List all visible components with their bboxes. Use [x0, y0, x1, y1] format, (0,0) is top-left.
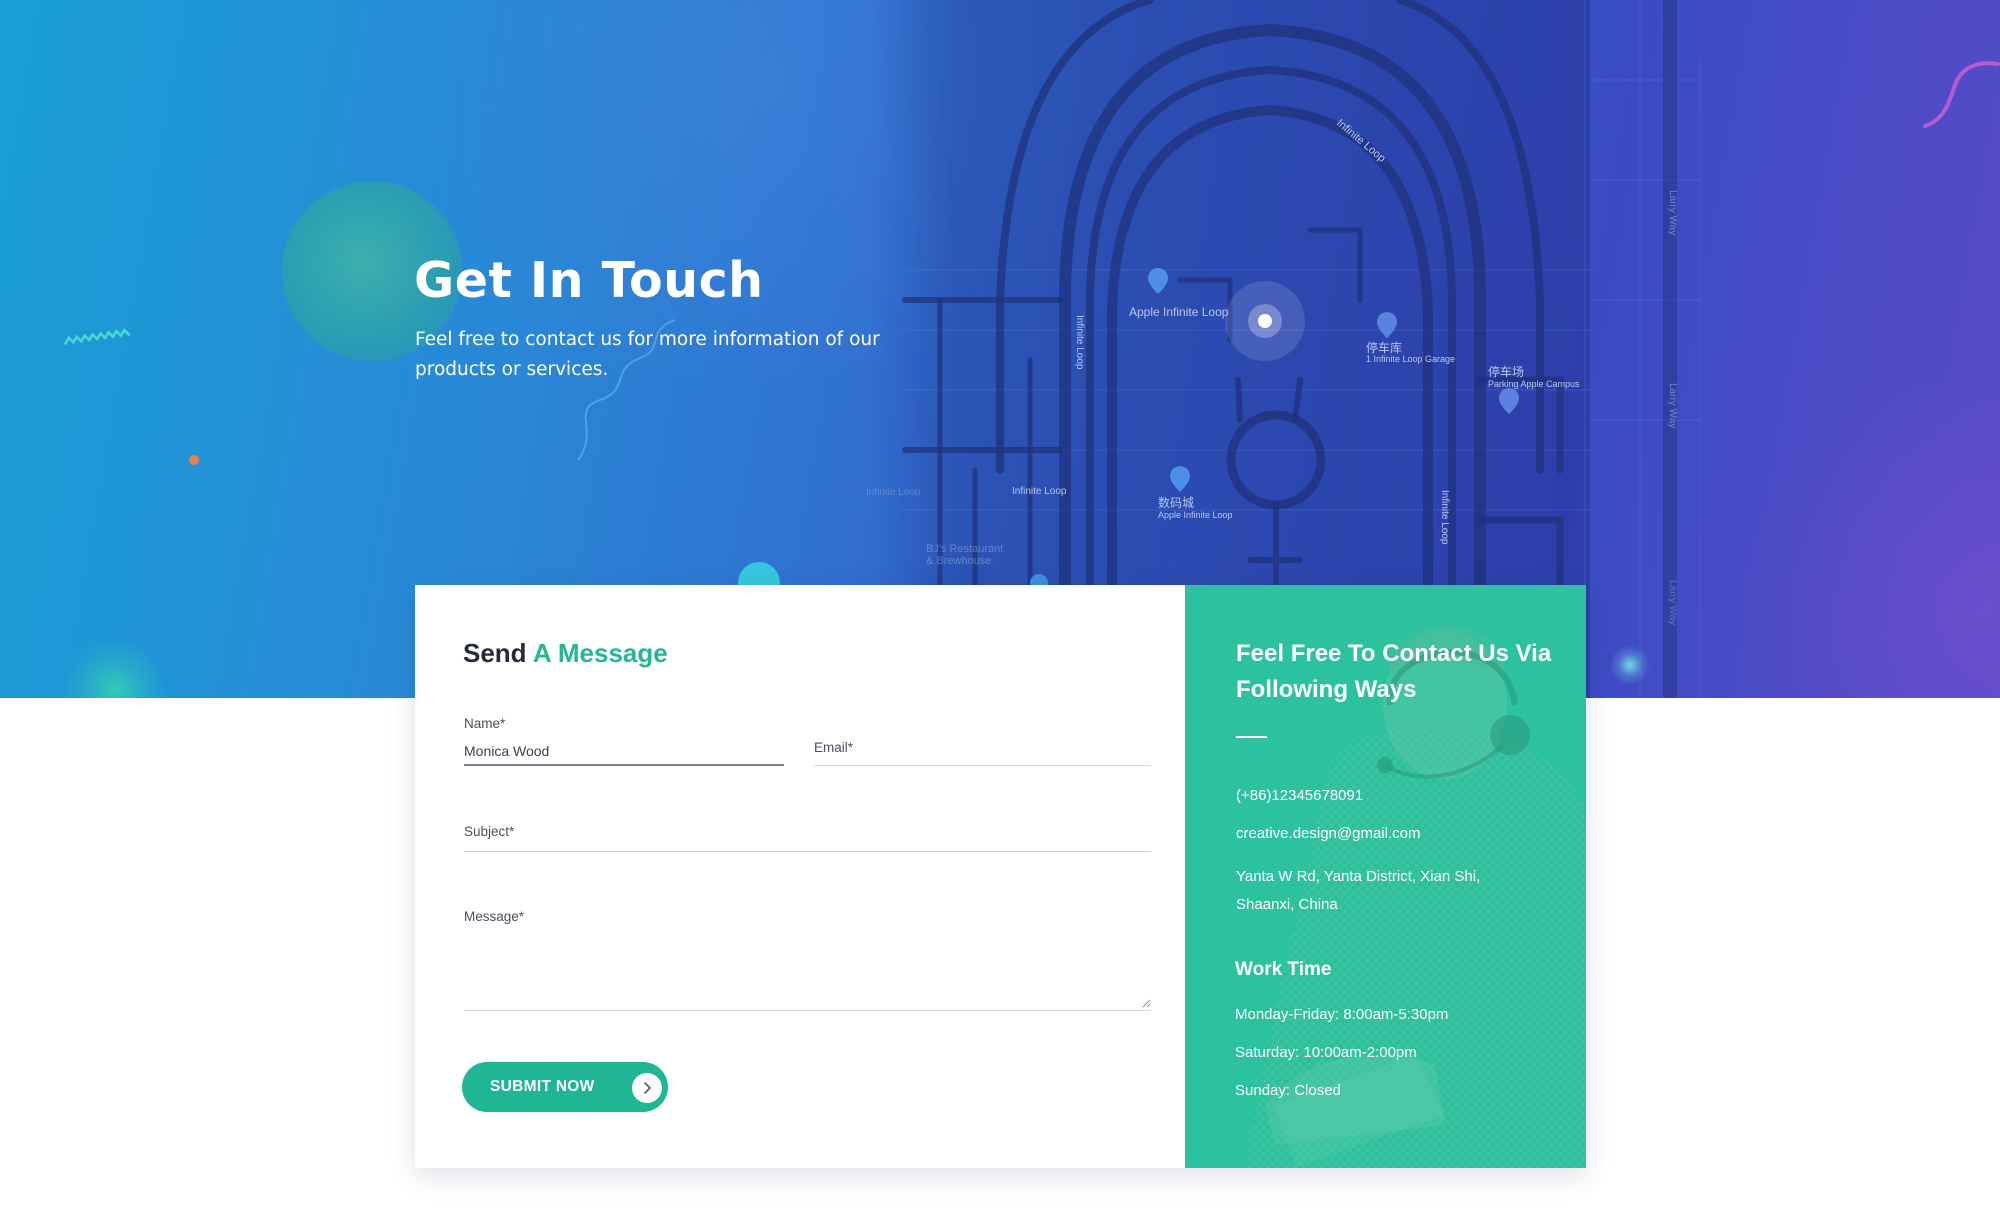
form-title-accent: A Message: [532, 638, 668, 668]
work-hours-item: Monday-Friday: 8:00am-5:30pm: [1235, 1006, 1449, 1023]
map-label: 停车场: [1488, 364, 1524, 379]
decorative-glow: [1610, 645, 1650, 685]
contact-card: Send A Message Name* Monica Wood Email* …: [415, 585, 1586, 1168]
map-label: & Brewhouse: [926, 555, 991, 567]
contact-phone[interactable]: (+86)12345678091: [1236, 787, 1363, 804]
work-hours-item: Sunday: Closed: [1235, 1082, 1341, 1099]
map-label: BJ's Restaurant: [926, 543, 1003, 555]
contact-info-panel: Feel Free To Contact Us Via Following Wa…: [1185, 585, 1586, 1168]
page-subtitle: Feel free to contact us for more informa…: [415, 329, 880, 380]
email-label: Email*: [814, 740, 854, 755]
subject-underline: [464, 851, 1151, 852]
map-label: 停车库: [1366, 340, 1402, 355]
email-underline: [814, 765, 1151, 766]
map-label: Apple Infinite Loop: [1158, 510, 1233, 520]
contact-panel-title: Feel Free To Contact Us Via Following Wa…: [1236, 640, 1552, 703]
contact-address: Yanta W Rd, Yanta District, Xian Shi, Sh…: [1236, 868, 1481, 913]
decorative-dot: [189, 455, 199, 465]
map-label: Larry Way: [1667, 580, 1678, 625]
name-field[interactable]: Name* Monica Wood: [464, 716, 784, 766]
page-title: Get In Touch: [414, 252, 764, 309]
name-label: Name*: [464, 716, 506, 731]
zigzag-decoration: [64, 328, 131, 345]
chevron-right-icon: [632, 1073, 662, 1103]
map-label: Larry Way: [1667, 383, 1678, 428]
map-label: Infinite Loop: [1439, 490, 1450, 545]
work-time-title: Work Time: [1235, 959, 1332, 980]
name-input[interactable]: Monica Wood: [464, 743, 784, 759]
contact-email[interactable]: creative.design@gmail.com: [1236, 825, 1420, 842]
contact-form: Send A Message Name* Monica Wood Email* …: [415, 585, 1185, 1168]
map-label: 1 Infinite Loop Garage: [1366, 354, 1455, 364]
form-title: Send A Message: [463, 638, 668, 669]
divider: [1236, 736, 1267, 738]
map-label: Larry Way: [1667, 190, 1678, 235]
message-label: Message*: [464, 909, 525, 924]
name-underline: [464, 764, 784, 766]
form-title-plain: Send: [463, 638, 527, 668]
submit-button-label: SUBMIT NOW: [490, 1078, 595, 1095]
map-label: Apple Infinite Loop: [1129, 305, 1229, 319]
map-label: Infinite Loop: [1074, 315, 1085, 370]
email-field[interactable]: Email*: [814, 740, 1151, 766]
map-label: Parking Apple Campus: [1488, 379, 1580, 389]
subject-field[interactable]: Subject*: [464, 824, 1151, 852]
message-underline: [464, 1010, 1151, 1011]
map-label: Infinite Loop: [866, 487, 921, 498]
location-marker-icon: [1225, 281, 1305, 361]
map-label: Infinite Loop: [1012, 486, 1067, 497]
map-label: 数码城: [1158, 495, 1194, 510]
message-field[interactable]: Message*: [464, 909, 1151, 1011]
work-hours-item: Saturday: 10:00am-2:00pm: [1235, 1044, 1417, 1061]
submit-button[interactable]: SUBMIT NOW: [462, 1062, 668, 1112]
resize-handle-icon[interactable]: [1142, 999, 1151, 1008]
wave-decoration: [1923, 61, 2000, 128]
subject-label: Subject*: [464, 824, 515, 839]
